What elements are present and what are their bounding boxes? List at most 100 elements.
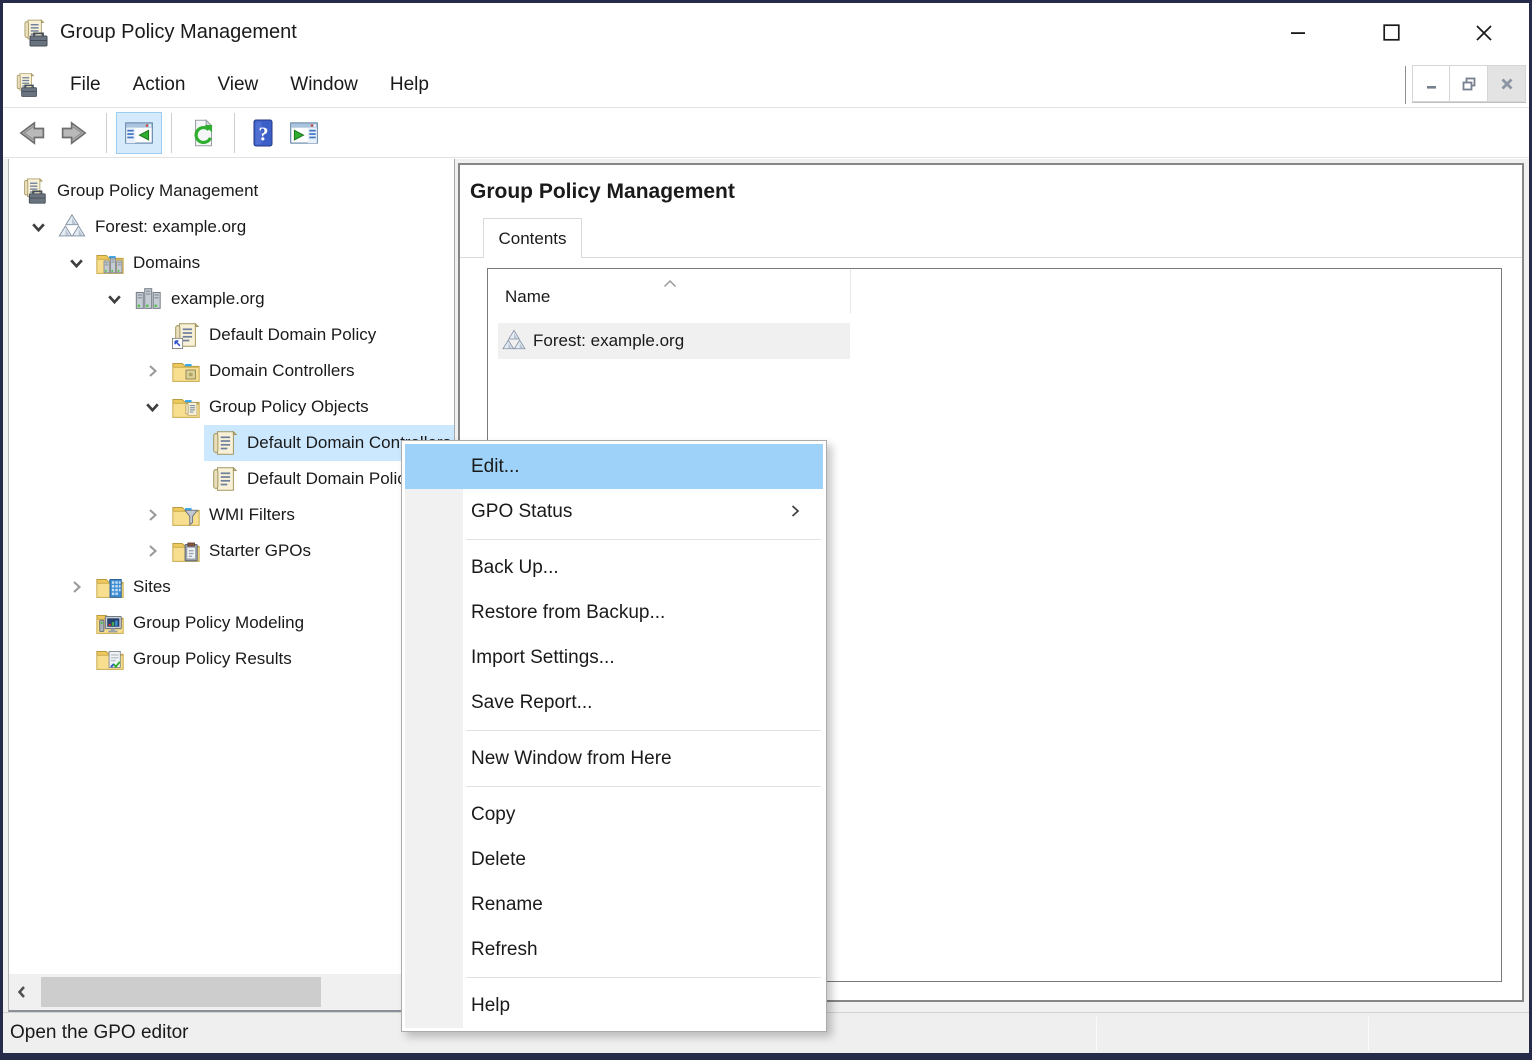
context-menu-item-new-window-from-here[interactable]: New Window from Here xyxy=(405,736,823,781)
forest-icon xyxy=(57,212,87,242)
menu-view[interactable]: View xyxy=(201,66,274,104)
column-header-name[interactable]: Name xyxy=(505,287,550,307)
scrollbar-thumb[interactable] xyxy=(41,977,321,1007)
starter-gpo-folder-icon xyxy=(171,536,201,566)
context-menu-item-gpo-status[interactable]: GPO Status xyxy=(405,489,823,534)
chevron-expanded-icon[interactable] xyxy=(95,291,133,308)
tree-item-label: Default Domain Policy xyxy=(247,469,414,489)
back-arrow-icon xyxy=(12,115,50,151)
column-divider[interactable] xyxy=(850,269,851,313)
window-title: Group Policy Management xyxy=(60,21,297,44)
tree-item-group-policy-modeling[interactable]: Group Policy Modeling xyxy=(9,605,454,641)
minimize-icon xyxy=(1290,25,1306,41)
minimize-button[interactable] xyxy=(1275,3,1321,62)
mdi-minimize-icon xyxy=(1424,76,1439,91)
tree-item-sites[interactable]: Sites xyxy=(9,569,454,605)
context-menu-item-back-up[interactable]: Back Up... xyxy=(405,545,823,590)
context-menu-item-edit[interactable]: Edit... xyxy=(405,444,823,489)
result-pane-heading: Group Policy Management xyxy=(470,180,735,204)
tree-item-domain-controllers[interactable]: Domain Controllers xyxy=(9,353,454,389)
menu-file[interactable]: File xyxy=(54,66,117,104)
chevron-expanded-icon[interactable] xyxy=(19,219,57,236)
ou-folder-icon xyxy=(171,356,201,386)
tree-item-starter-gpos[interactable]: Starter GPOs xyxy=(9,533,454,569)
mdi-window-controls xyxy=(1412,65,1526,103)
chevron-expanded-icon[interactable] xyxy=(133,399,171,416)
horizontal-scrollbar[interactable] xyxy=(9,974,454,1010)
list-row-forest[interactable]: Forest: example.org xyxy=(498,323,850,359)
back-button[interactable] xyxy=(9,112,53,154)
chevron-expanded-icon[interactable] xyxy=(57,255,95,272)
menu-bar: File Action View Window Help xyxy=(3,62,1529,108)
tree-item-label: Group Policy Results xyxy=(133,649,292,669)
maximize-button[interactable] xyxy=(1368,3,1414,62)
context-menu-item-help[interactable]: Help xyxy=(405,983,823,1028)
console-tree: Group Policy Management Forest: example.… xyxy=(9,159,454,677)
context-menu-item-copy[interactable]: Copy xyxy=(405,792,823,837)
maximize-icon xyxy=(1383,24,1400,41)
title-bar: Group Policy Management xyxy=(3,3,1529,62)
tree-item-forest[interactable]: Forest: example.org xyxy=(9,209,454,245)
mdi-close-button[interactable] xyxy=(1488,65,1526,102)
tree-item-domains[interactable]: Domains xyxy=(9,245,454,281)
mdi-close-icon xyxy=(1499,76,1515,92)
tab-contents[interactable]: Contents xyxy=(483,218,582,258)
context-menu-separator xyxy=(466,977,821,978)
close-button[interactable] xyxy=(1461,3,1507,62)
context-menu-separator xyxy=(466,730,821,731)
mdi-minimize-button[interactable] xyxy=(1412,65,1450,102)
tree-item-default-domain-policy-link[interactable]: Default Domain Policy xyxy=(9,317,454,353)
menu-window[interactable]: Window xyxy=(274,66,374,104)
tree-item-label: example.org xyxy=(171,289,265,309)
tree-item-label: Domains xyxy=(133,253,200,273)
tree-item-default-domain-controllers-policy[interactable]: Default Domain Controllers Policy xyxy=(9,425,454,461)
forward-arrow-icon xyxy=(56,115,94,151)
tree-item-group-policy-objects[interactable]: Group Policy Objects xyxy=(9,389,454,425)
show-console-tree-button[interactable] xyxy=(116,112,162,154)
context-menu-separator xyxy=(466,539,821,540)
forward-button[interactable] xyxy=(53,112,97,154)
forest-icon xyxy=(501,328,527,354)
sort-ascending-icon[interactable] xyxy=(662,275,678,293)
tree-item-group-policy-results[interactable]: Group Policy Results xyxy=(9,641,454,677)
context-menu-item-delete[interactable]: Delete xyxy=(405,837,823,882)
chevron-collapsed-icon[interactable] xyxy=(133,543,171,559)
context-menu-item-refresh[interactable]: Refresh xyxy=(405,927,823,972)
help-button[interactable] xyxy=(244,112,282,154)
tree-item-label: Group Policy Objects xyxy=(209,397,369,417)
menu-action[interactable]: Action xyxy=(117,66,202,104)
sites-folder-icon xyxy=(95,572,125,602)
modeling-icon xyxy=(95,608,125,638)
tree-item-label: Default Domain Policy xyxy=(209,325,376,345)
menu-help[interactable]: Help xyxy=(374,66,445,104)
mdi-restore-button[interactable] xyxy=(1450,65,1488,102)
status-text: Open the GPO editor xyxy=(10,1022,189,1044)
refresh-button[interactable] xyxy=(181,112,225,154)
context-menu-item-import-settings[interactable]: Import Settings... xyxy=(405,635,823,680)
toolbar-separator xyxy=(106,113,107,153)
tree-item-domain-example-org[interactable]: example.org xyxy=(9,281,454,317)
tree-item-default-domain-policy[interactable]: Default Domain Policy xyxy=(9,461,454,497)
show-action-pane-button[interactable] xyxy=(282,112,326,154)
chevron-collapsed-icon[interactable] xyxy=(133,507,171,523)
tree-item-wmi-filters[interactable]: WMI Filters xyxy=(9,497,454,533)
context-menu-item-rename[interactable]: Rename xyxy=(405,882,823,927)
chevron-collapsed-icon[interactable] xyxy=(57,579,95,595)
gpmc-console-icon xyxy=(12,69,40,101)
context-menu-item-label: GPO Status xyxy=(471,501,572,523)
tree-item-label: WMI Filters xyxy=(209,505,295,525)
context-menu-item-restore-from-backup[interactable]: Restore from Backup... xyxy=(405,590,823,635)
tree-item-gpmc-root[interactable]: Group Policy Management xyxy=(9,173,454,209)
tab-strip-line xyxy=(460,257,1522,258)
chevron-collapsed-icon[interactable] xyxy=(133,363,171,379)
domain-servers-icon xyxy=(133,284,163,314)
close-icon xyxy=(1475,24,1493,42)
domains-folder-icon xyxy=(95,248,125,278)
gpo-context-menu: Edit... GPO Status Back Up... Restore fr… xyxy=(401,440,827,1032)
toolbar-separator xyxy=(171,113,172,153)
scroll-left-arrow-icon[interactable] xyxy=(9,984,35,1000)
console-tree-pane: Group Policy Management Forest: example.… xyxy=(8,159,455,1012)
context-menu-item-save-report[interactable]: Save Report... xyxy=(405,680,823,725)
status-bar-divider xyxy=(1096,1017,1097,1050)
gpo-scroll-icon xyxy=(209,428,239,458)
